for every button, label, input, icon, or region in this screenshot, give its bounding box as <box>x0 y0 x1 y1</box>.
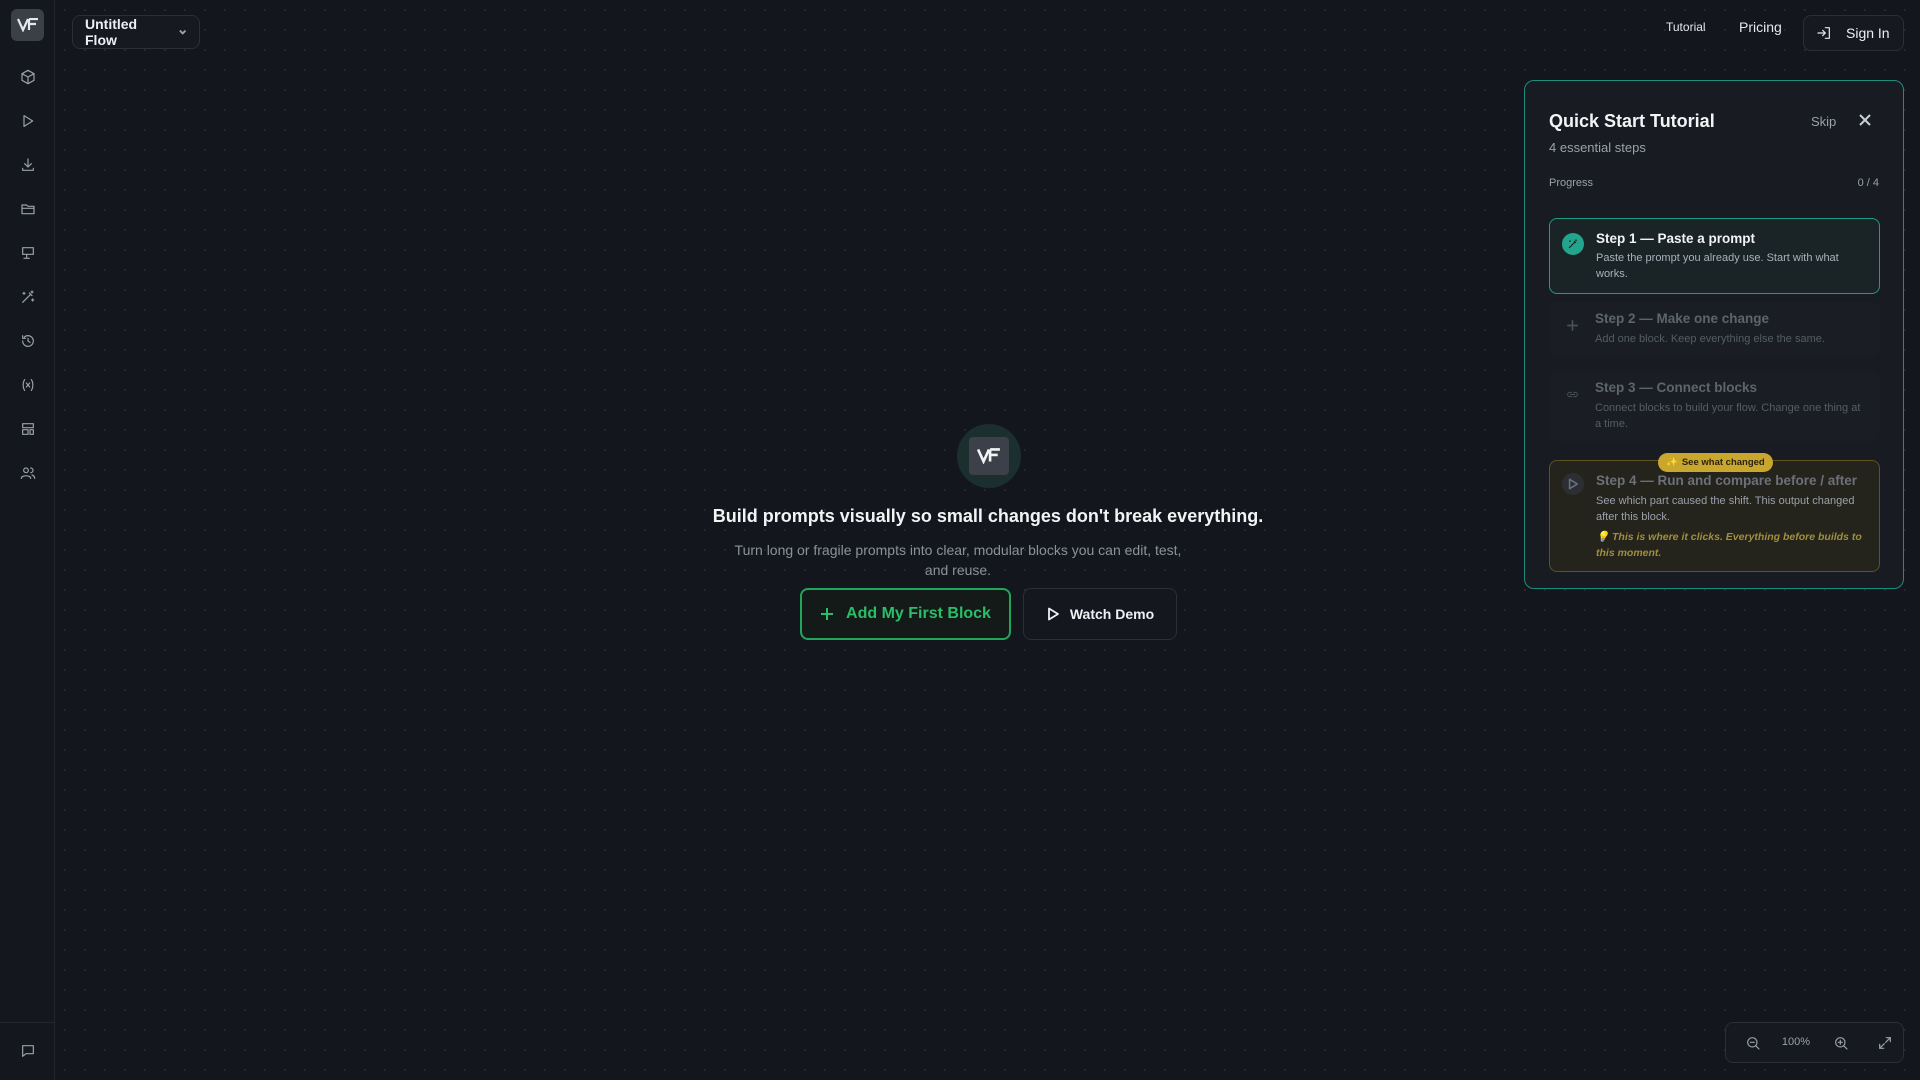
tutorial-subtitle: 4 essential steps <box>1549 140 1646 155</box>
close-icon[interactable] <box>1859 113 1875 129</box>
center-logo <box>957 424 1021 488</box>
link-icon <box>1561 383 1583 405</box>
step-description: See which part caused the shift. This ou… <box>1596 495 1855 523</box>
cube-icon[interactable] <box>13 62 43 92</box>
folder-icon[interactable] <box>13 194 43 224</box>
download-icon[interactable] <box>13 150 43 180</box>
sign-in-label: Sign In <box>1846 25 1890 41</box>
tutorial-step-3[interactable]: Step 3 — Connect blocks Connect blocks t… <box>1549 371 1880 441</box>
zoom-controls: 100% <box>1725 1022 1904 1063</box>
quick-start-tutorial-panel: Quick Start Tutorial 4 essential steps S… <box>1524 80 1904 589</box>
chat-icon[interactable] <box>13 1036 43 1066</box>
history-icon[interactable] <box>13 326 43 356</box>
progress-count: 0 / 4 <box>1857 177 1879 189</box>
variable-icon[interactable] <box>13 370 43 400</box>
plus-icon <box>1561 314 1583 336</box>
magic-wand-icon[interactable] <box>13 282 43 312</box>
step-note-text: This is where it clicks. Everything befo… <box>1596 531 1862 559</box>
play-icon[interactable] <box>13 106 43 136</box>
tutorial-step-1[interactable]: Step 1 — Paste a prompt Paste the prompt… <box>1549 218 1880 294</box>
step-note: 💡 This is where it clicks. Everything be… <box>1596 531 1862 559</box>
badge-label: See what changed <box>1681 457 1765 468</box>
sign-in-button[interactable]: Sign In <box>1803 15 1904 51</box>
zoom-out-icon[interactable] <box>1744 1034 1762 1052</box>
tutorial-step-4[interactable]: Step 4 — Run and compare before / after … <box>1549 460 1880 572</box>
plus-icon <box>821 608 834 620</box>
empty-state-headline: Build prompts visually so small changes … <box>712 506 1264 526</box>
fullscreen-icon[interactable] <box>1876 1034 1894 1052</box>
step-title: Step 4 — Run and compare before / after <box>1596 473 1858 488</box>
sign-in-icon <box>1817 27 1830 39</box>
step-title: Step 3 — Connect blocks <box>1595 380 1758 395</box>
empty-state-subline: Turn long or fragile prompts into clear,… <box>734 542 1182 578</box>
zoom-in-icon[interactable] <box>1832 1034 1850 1052</box>
tutorial-step-2[interactable]: Step 2 — Make one change Add one block. … <box>1549 302 1880 357</box>
flow-name-dropdown[interactable]: Untitled Flow <box>72 15 200 49</box>
step-title: Step 1 — Paste a prompt <box>1596 231 1756 246</box>
step-title: Step 2 — Make one change <box>1595 311 1770 326</box>
magic-wand-icon <box>1562 233 1584 255</box>
sidebar <box>0 0 55 1080</box>
layout-icon[interactable] <box>13 414 43 444</box>
play-icon <box>1047 607 1059 621</box>
pricing-link[interactable]: Pricing <box>1739 19 1782 35</box>
tutorial-link[interactable]: Tutorial <box>1666 20 1706 34</box>
tutorial-title: Quick Start Tutorial <box>1549 111 1715 131</box>
presentation-icon[interactable] <box>13 238 43 268</box>
flow-name: Untitled Flow <box>85 16 138 48</box>
add-first-block-button[interactable]: Add My First Block <box>800 588 1011 640</box>
progress-label: Progress <box>1549 177 1594 189</box>
chevron-down-icon <box>178 29 186 35</box>
step-description: Connect blocks to build your flow. Chang… <box>1595 402 1861 430</box>
see-what-changed-badge: ✨ See what changed <box>1658 453 1773 472</box>
watch-demo-button[interactable]: Watch Demo <box>1023 588 1177 640</box>
play-icon <box>1562 473 1584 495</box>
skip-button[interactable]: Skip <box>1811 114 1836 129</box>
sidebar-divider <box>0 1022 55 1023</box>
sparkle-icon: ✨ <box>1666 457 1678 468</box>
app-logo[interactable] <box>11 9 44 41</box>
users-icon[interactable] <box>13 458 43 488</box>
add-first-block-label: Add My First Block <box>846 605 991 622</box>
watch-demo-label: Watch Demo <box>1069 606 1155 622</box>
step-description: Add one block. Keep everything else the … <box>1595 333 1825 345</box>
step-description: Paste the prompt you already use. Start … <box>1596 252 1839 280</box>
zoom-level: 100% <box>1781 1036 1811 1048</box>
